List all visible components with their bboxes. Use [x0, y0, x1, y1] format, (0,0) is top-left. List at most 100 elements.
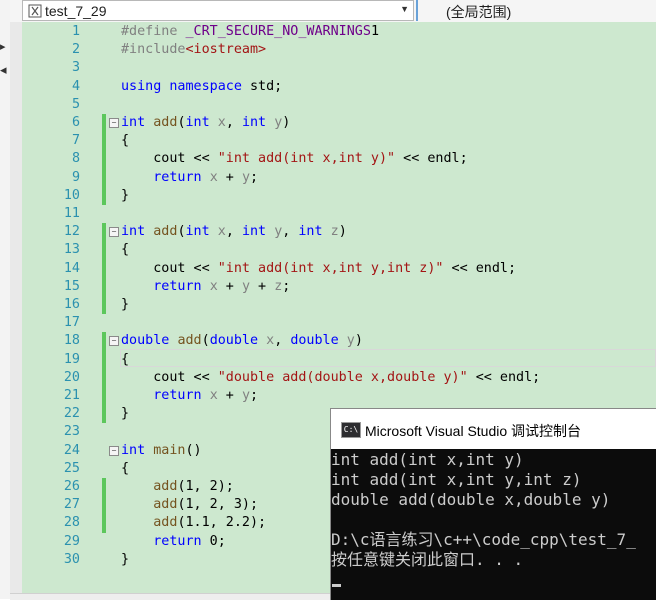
line-number: 20: [63, 369, 80, 385]
code-line[interactable]: 13 {: [10, 241, 656, 259]
code-line[interactable]: 11: [10, 205, 656, 223]
code-text: }: [121, 296, 129, 314]
project-scope-dropdown[interactable]: test_7_29 ▼: [22, 0, 414, 21]
collapsed-panel-tab[interactable]: ◂: [0, 62, 7, 78]
code-token: +: [217, 278, 242, 294]
line-number: 13: [63, 242, 80, 258]
code-token: "double add(double x,double y)": [217, 369, 468, 385]
code-line[interactable]: 15 return x + y + z;: [10, 278, 656, 296]
code-token: << endl;: [443, 260, 517, 276]
code-line[interactable]: 17: [10, 314, 656, 332]
code-line[interactable]: 5: [10, 96, 656, 114]
code-token: 1: [370, 24, 379, 39]
code-token: (1, 2);: [177, 479, 234, 494]
code-token: int: [121, 224, 146, 240]
code-token: ;: [250, 388, 259, 403]
code-token: +: [217, 388, 242, 403]
code-line[interactable]: 1 #define _CRT_SECURE_NO_WARNINGS1: [10, 23, 656, 41]
code-text: #include<iostream>: [121, 41, 266, 59]
collapse-icon[interactable]: −: [109, 336, 119, 347]
code-token: ): [354, 333, 363, 349]
line-number: 21: [63, 388, 80, 403]
navigation-bar: test_7_29 ▼ (全局范围): [10, 0, 656, 23]
collapse-icon[interactable]: −: [109, 445, 119, 456]
code-token: ,: [225, 224, 242, 240]
line-number: 19: [63, 351, 80, 367]
code-line[interactable]: 9 return x + y;: [10, 169, 656, 187]
code-token: ): [338, 224, 347, 240]
code-token: _CRT_SECURE_NO_WARNINGS: [185, 24, 371, 39]
line-number: 26: [63, 479, 80, 494]
code-token: return: [153, 169, 202, 185]
code-token: x: [217, 224, 226, 240]
code-text: cout << "int add(int x,int y)" << endl;: [121, 150, 467, 168]
current-line-highlight: [120, 349, 656, 367]
code-token: double: [121, 333, 170, 349]
code-line[interactable]: 18− double add(double x, double y): [10, 332, 656, 350]
code-token: y: [346, 333, 355, 349]
navbar-separator: [416, 0, 418, 21]
member-scope-dropdown[interactable]: (全局范围): [420, 0, 656, 21]
code-text: return x + y + z;: [121, 278, 290, 296]
code-line[interactable]: 2 #include<iostream>: [10, 41, 656, 59]
code-token: (: [177, 224, 186, 240]
code-text: add(1.1, 2.2);: [121, 514, 266, 532]
code-text: return 0;: [121, 533, 226, 551]
console-cursor: [332, 584, 341, 587]
pin-icon[interactable]: ▸: [0, 40, 6, 53]
code-line[interactable]: 7{: [10, 132, 656, 150]
code-token: int: [298, 224, 323, 240]
line-number: 24: [63, 442, 80, 458]
code-token: ;: [282, 278, 291, 294]
line-number: 4: [71, 78, 80, 94]
line-number: 29: [63, 533, 80, 549]
code-token: "int add(int x,int y)": [217, 151, 396, 167]
console-title-bar[interactable]: C:\ Microsoft Visual Studio 调试控制台: [331, 409, 656, 449]
console-app-icon: C:\: [341, 422, 361, 438]
line-number: 2: [71, 42, 80, 58]
console-line: 按任意键关闭此窗口. . .: [331, 550, 524, 569]
debug-console-window[interactable]: C:\ Microsoft Visual Studio 调试控制台 int ad…: [330, 408, 656, 600]
code-line[interactable]: 10}: [10, 187, 656, 205]
code-token: +: [217, 169, 242, 185]
code-token: (1.1, 2.2);: [177, 515, 267, 531]
collapse-icon[interactable]: −: [109, 118, 119, 128]
console-line: double add(double x,double y): [331, 490, 611, 509]
code-token: add: [153, 479, 178, 494]
code-line[interactable]: 12 − int add(int x, int y, int z): [10, 223, 656, 241]
code-line[interactable]: 4 using namespace std;: [10, 78, 656, 96]
code-line[interactable]: 6 − int add(int x, int y): [10, 114, 656, 132]
line-number: 8: [71, 151, 80, 167]
console-output[interactable]: int add(int x,int y) int add(int x,int y…: [331, 450, 656, 600]
code-line[interactable]: 20 cout << "double add(double x,double y…: [10, 369, 656, 387]
code-token: add: [177, 333, 202, 349]
code-text: }: [121, 551, 129, 569]
code-token: std;: [241, 78, 283, 94]
code-token: add: [153, 497, 178, 513]
project-file-icon: [28, 4, 42, 18]
code-token: {: [121, 242, 130, 258]
code-line[interactable]: 8 cout << "int add(int x,int y)" << endl…: [10, 150, 656, 168]
code-token: add: [153, 115, 178, 130]
code-line[interactable]: 14 cout << "int add(int x,int y,int z)" …: [10, 260, 656, 278]
collapse-icon[interactable]: −: [109, 227, 119, 238]
code-token: }: [121, 551, 130, 567]
code-token: return: [153, 278, 202, 294]
chevron-down-icon[interactable]: ▼: [400, 4, 409, 14]
code-line[interactable]: 21 return x + y;: [10, 387, 656, 405]
code-token: (): [185, 442, 202, 458]
code-token: add: [153, 224, 178, 240]
code-token: ,: [282, 224, 299, 240]
code-text: return x + y;: [121, 169, 258, 187]
code-line[interactable]: 16}: [10, 296, 656, 314]
code-line[interactable]: 3: [10, 59, 656, 77]
line-number: 27: [63, 497, 80, 513]
line-number: 6: [71, 115, 80, 130]
